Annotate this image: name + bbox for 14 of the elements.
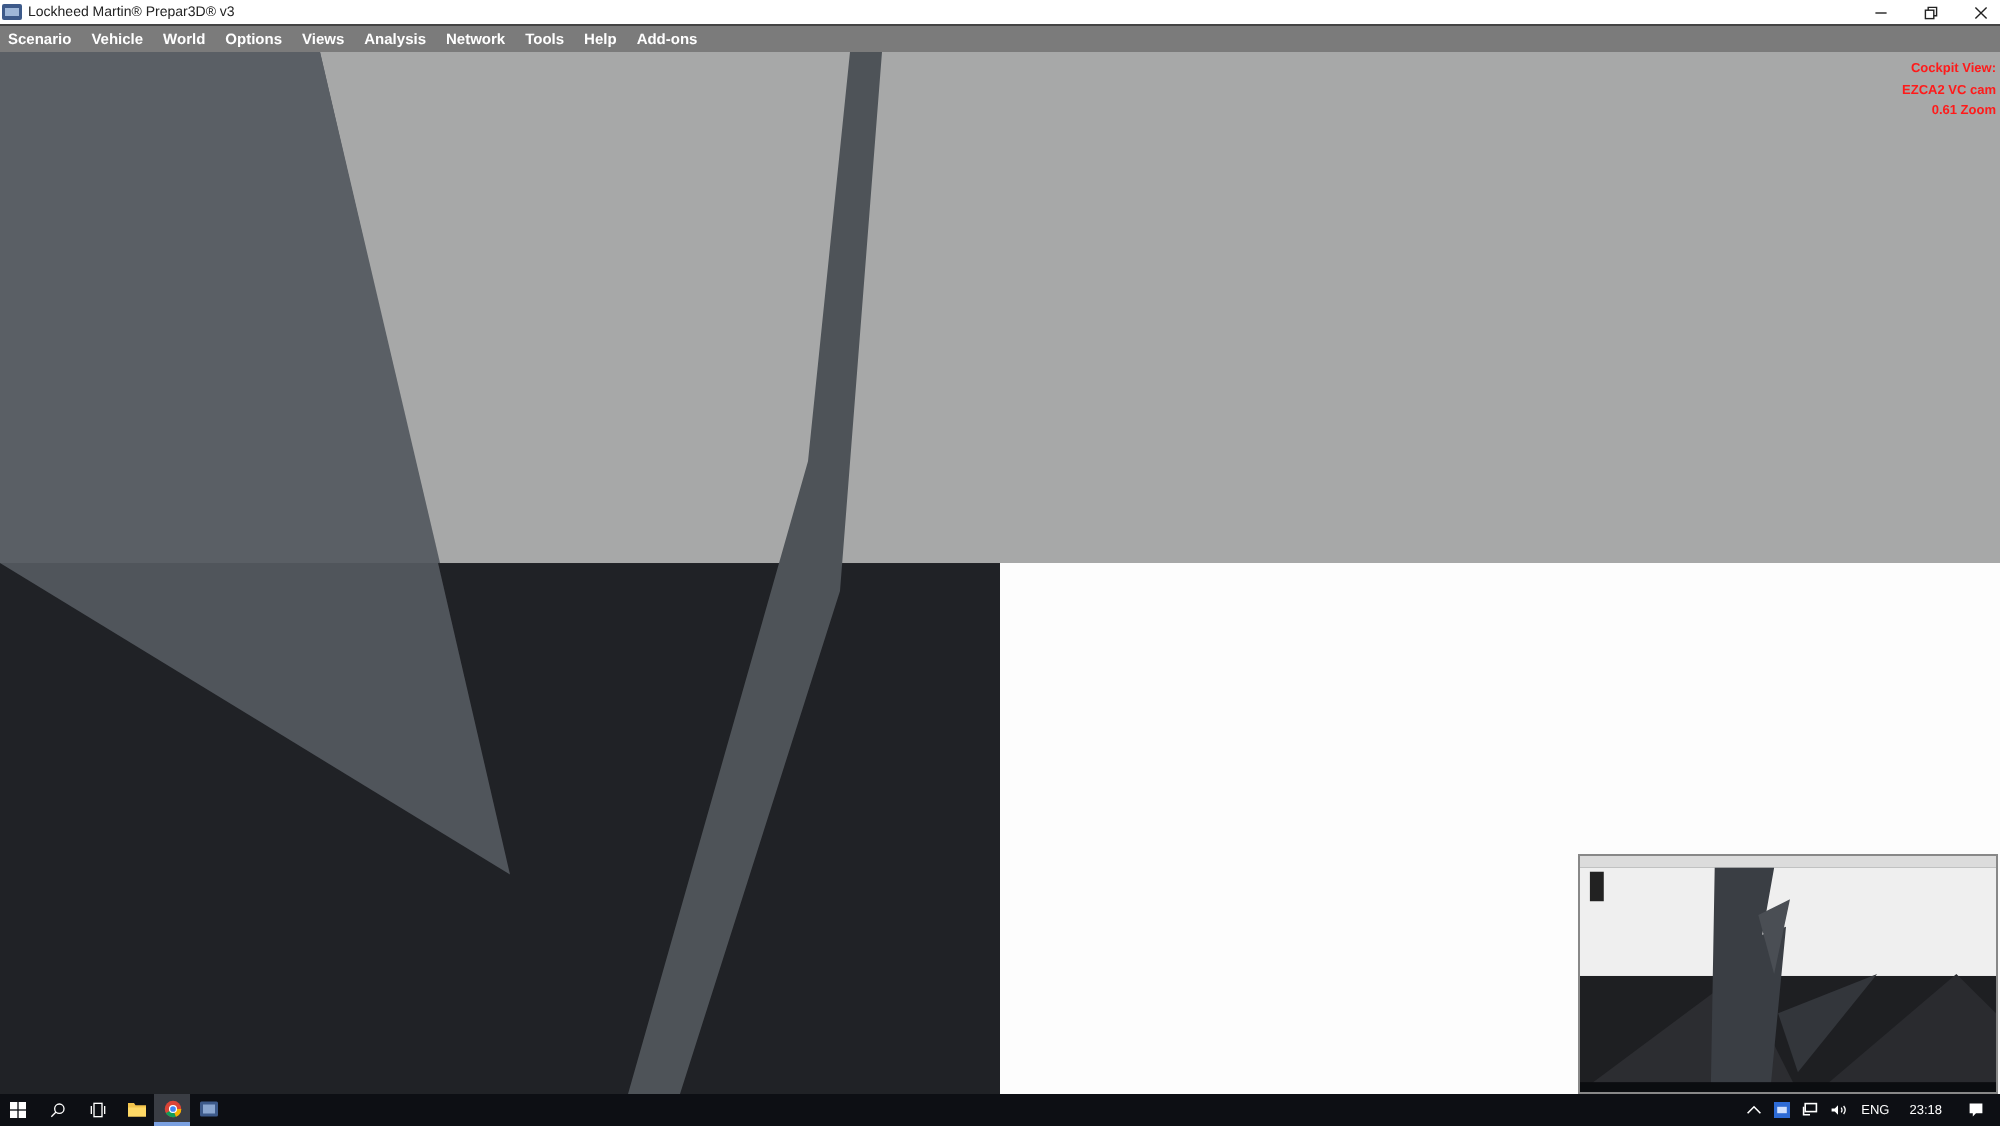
close-icon[interactable] — [1974, 5, 1988, 19]
app-icon — [199, 1099, 217, 1117]
search-icon[interactable] — [50, 1102, 66, 1118]
volume-icon[interactable] — [1829, 1102, 1846, 1118]
task-view-icon[interactable] — [90, 1102, 106, 1118]
windows-icon[interactable] — [10, 1102, 26, 1118]
app-icon — [2, 4, 22, 20]
browser-icon — [163, 1099, 181, 1117]
network-icon[interactable] — [1801, 1102, 1818, 1118]
restore-icon[interactable] — [1924, 5, 1938, 19]
taskbar-app[interactable] — [154, 1094, 190, 1126]
notification-icon[interactable] — [1968, 1102, 1984, 1118]
chevron-up-icon[interactable] — [1745, 1102, 1762, 1118]
folder-icon — [127, 1099, 145, 1117]
